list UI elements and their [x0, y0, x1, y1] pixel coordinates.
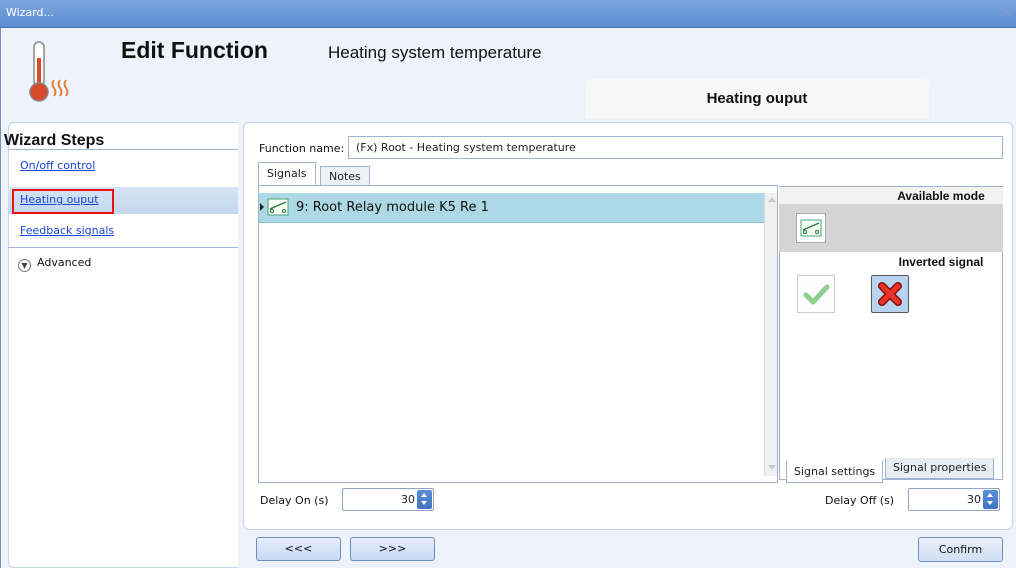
delay-on-stepper[interactable]: 30: [342, 488, 434, 511]
wizard-step-onoff-control[interactable]: On/off control: [8, 153, 238, 180]
spin-up-icon[interactable]: [987, 493, 993, 497]
tab-notes[interactable]: Notes: [320, 166, 370, 187]
confirm-button[interactable]: Confirm: [918, 537, 1003, 562]
scroll-down-icon[interactable]: [768, 465, 776, 470]
signal-label: 9: Root Relay module K5 Re 1: [296, 200, 489, 215]
row-selector-icon: [260, 203, 264, 211]
wizard-step-link[interactable]: On/off control: [20, 159, 95, 172]
delay-off-stepper[interactable]: 30: [908, 488, 1000, 511]
cross-icon: [878, 282, 902, 306]
page-subtitle: Heating system temperature: [328, 43, 542, 62]
signals-list: [258, 185, 778, 483]
spin-up-icon[interactable]: [421, 493, 427, 497]
spin-buttons[interactable]: [417, 490, 432, 509]
vertical-scrollbar[interactable]: [764, 193, 777, 476]
delay-on-label: Delay On (s): [260, 494, 329, 507]
title-bar: Wizard... ✕: [0, 0, 1016, 28]
back-button[interactable]: <<<: [256, 537, 341, 561]
page-title: Edit Function: [121, 37, 268, 63]
next-button[interactable]: >>>: [350, 537, 435, 561]
tab-signal-settings[interactable]: Signal settings: [786, 461, 884, 483]
wizard-step-heating-output[interactable]: Heating ouput: [8, 187, 238, 214]
wizard-steps-heading: Wizard Steps: [4, 132, 105, 149]
tab-signal-properties[interactable]: Signal properties: [885, 458, 995, 479]
relay-icon: [267, 198, 289, 216]
relay-icon: [800, 219, 822, 237]
delay-off-value[interactable]: 30: [967, 493, 981, 506]
wizard-step-feedback-signals[interactable]: Feedback signals: [8, 218, 238, 245]
spin-buttons[interactable]: [983, 490, 998, 509]
inverted-yes-button[interactable]: [797, 275, 835, 313]
divider: [8, 247, 238, 248]
advanced-expander[interactable]: ▼ Advanced: [18, 256, 91, 272]
chevron-down-icon[interactable]: ▼: [18, 259, 31, 272]
delay-off-label: Delay Off (s): [825, 494, 895, 507]
close-icon[interactable]: ✕: [998, 3, 1013, 23]
checkmark-icon: [803, 284, 830, 305]
tab-signals[interactable]: Signals: [258, 162, 316, 185]
inverted-no-button[interactable]: [871, 275, 909, 313]
scroll-up-icon[interactable]: [768, 197, 776, 202]
list-item[interactable]: 9: Root Relay module K5 Re 1: [259, 193, 764, 223]
delay-on-value[interactable]: 30: [401, 493, 415, 506]
function-name-input[interactable]: (Fx) Root - Heating system temperature: [348, 136, 1003, 159]
function-name-label: Function name:: [259, 142, 345, 155]
spin-down-icon[interactable]: [987, 501, 993, 505]
advanced-label: Advanced: [37, 256, 92, 269]
available-mode-heading: Available mode: [779, 187, 1003, 204]
window-title: Wizard...: [6, 6, 55, 19]
spin-down-icon[interactable]: [421, 501, 427, 505]
wizard-step-link[interactable]: Heating ouput: [20, 193, 99, 206]
wizard-step-link[interactable]: Feedback signals: [20, 224, 114, 237]
thermometer-heat-icon: [29, 41, 69, 102]
relay-mode-button[interactable]: [796, 213, 826, 243]
divider: [8, 149, 238, 150]
current-step-tab: Heating ouput: [585, 79, 929, 119]
inverted-signal-heading: Inverted signal: [898, 255, 984, 269]
